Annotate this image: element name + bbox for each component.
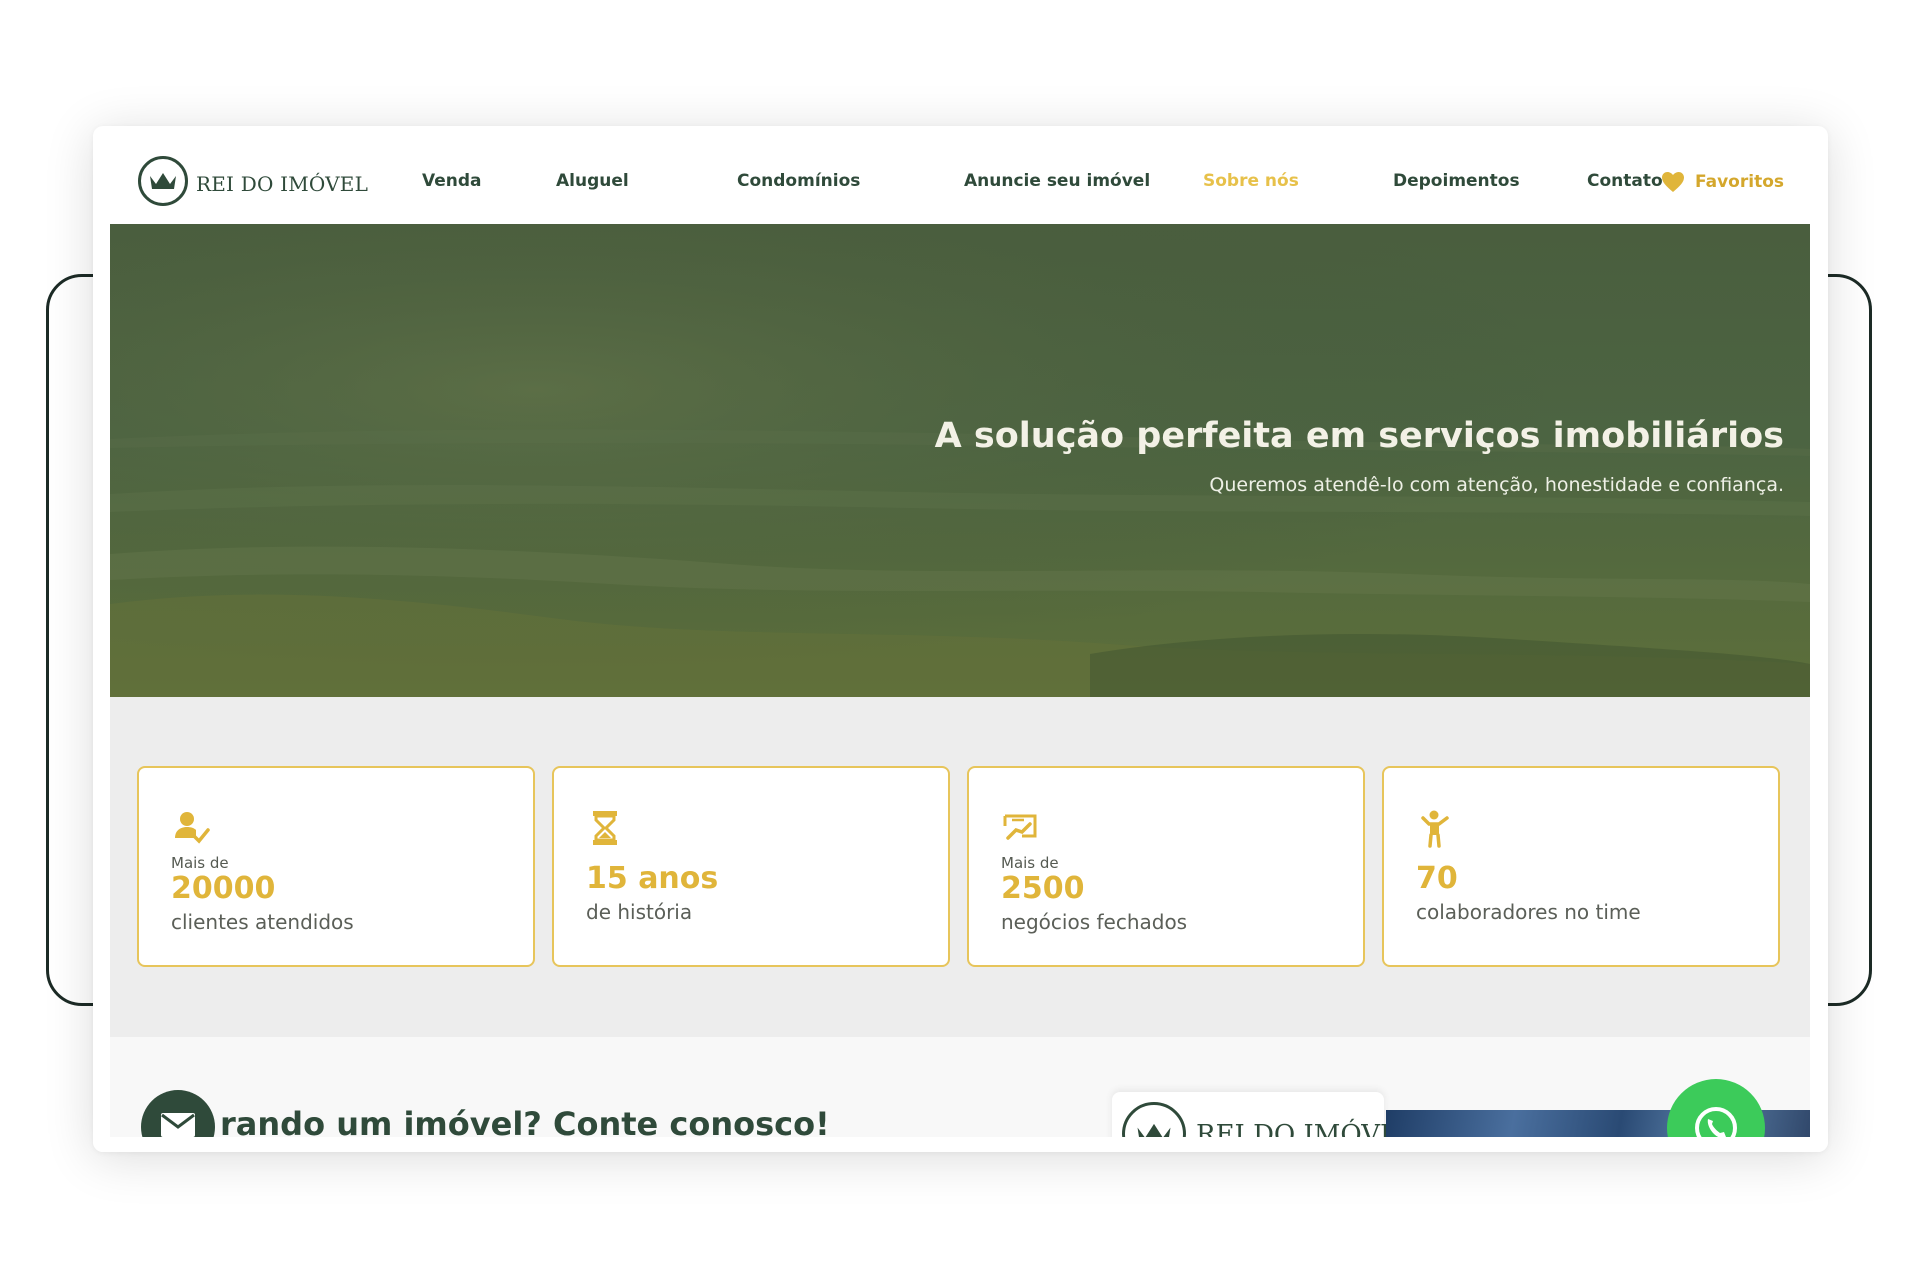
stat-card-team: 70 colaboradores no time [1382,766,1780,967]
favorites-link[interactable]: Favoritos [1661,171,1784,193]
envelope-icon [161,1113,195,1137]
nav-item-venda[interactable]: Venda [422,171,482,191]
stat-card-clients: Mais de 20000 clientes atendidos [137,766,535,967]
hero-banner: A solução perfeita em serviços imobiliár… [110,224,1810,697]
sea-background-image [110,224,1810,697]
stat-value: 70 [1416,861,1458,896]
stat-value: 20000 [171,871,276,906]
stat-prefix: Mais de [171,854,229,872]
stats-section: Mais de 20000 clientes atendidos 15 anos… [110,697,1810,1037]
stat-value: 2500 [1001,871,1085,906]
contact-section-preview: rando um imóvel? Conte conosco! REI DO I… [110,1037,1810,1152]
stat-prefix: Mais de [1001,854,1059,872]
heart-icon [1662,172,1685,192]
user-check-icon [175,812,210,844]
hero-subtitle: Queremos atendê-lo com atenção, honestid… [1209,474,1784,496]
nav-item-depoimentos[interactable]: Depoimentos [1393,171,1520,191]
site-logo[interactable]: REI DO IMÓVEL [138,156,368,206]
nav-item-aluguel[interactable]: Aluguel [556,171,629,191]
page-stage: REI DO IMÓVEL Venda Aluguel Condomínios … [0,0,1920,1280]
stat-description: de história [586,900,693,924]
card-bottom-edge [93,1137,1828,1152]
stat-value: 15 anos [586,861,719,896]
hourglass-icon [593,811,617,845]
hero-title: A solução perfeita em serviços imobiliár… [934,416,1784,456]
nav-item-sobre-nos[interactable]: Sobre nós [1203,171,1299,191]
stat-card-deals: Mais de 2500 negócios fechados [967,766,1365,967]
nav-item-contato[interactable]: Contato [1587,171,1663,191]
handshake-deal-icon [1003,814,1037,840]
stat-description: colaboradores no time [1416,900,1641,924]
logo-text: REI DO IMÓVEL [196,172,369,196]
stat-card-history: 15 anos de história [552,766,950,967]
top-navbar: REI DO IMÓVEL Venda Aluguel Condomínios … [110,126,1810,224]
nav-item-anuncie[interactable]: Anuncie seu imóvel [964,171,1150,191]
favorites-label: Favoritos [1695,172,1784,192]
nav-item-condominios[interactable]: Condomínios [737,171,860,191]
stat-description: negócios fechados [1001,910,1188,934]
crown-logo-icon [138,156,188,206]
stat-description: clientes atendidos [171,910,354,934]
person-raising-hand-icon [1421,810,1449,848]
website-screenshot-card: REI DO IMÓVEL Venda Aluguel Condomínios … [93,126,1828,1152]
